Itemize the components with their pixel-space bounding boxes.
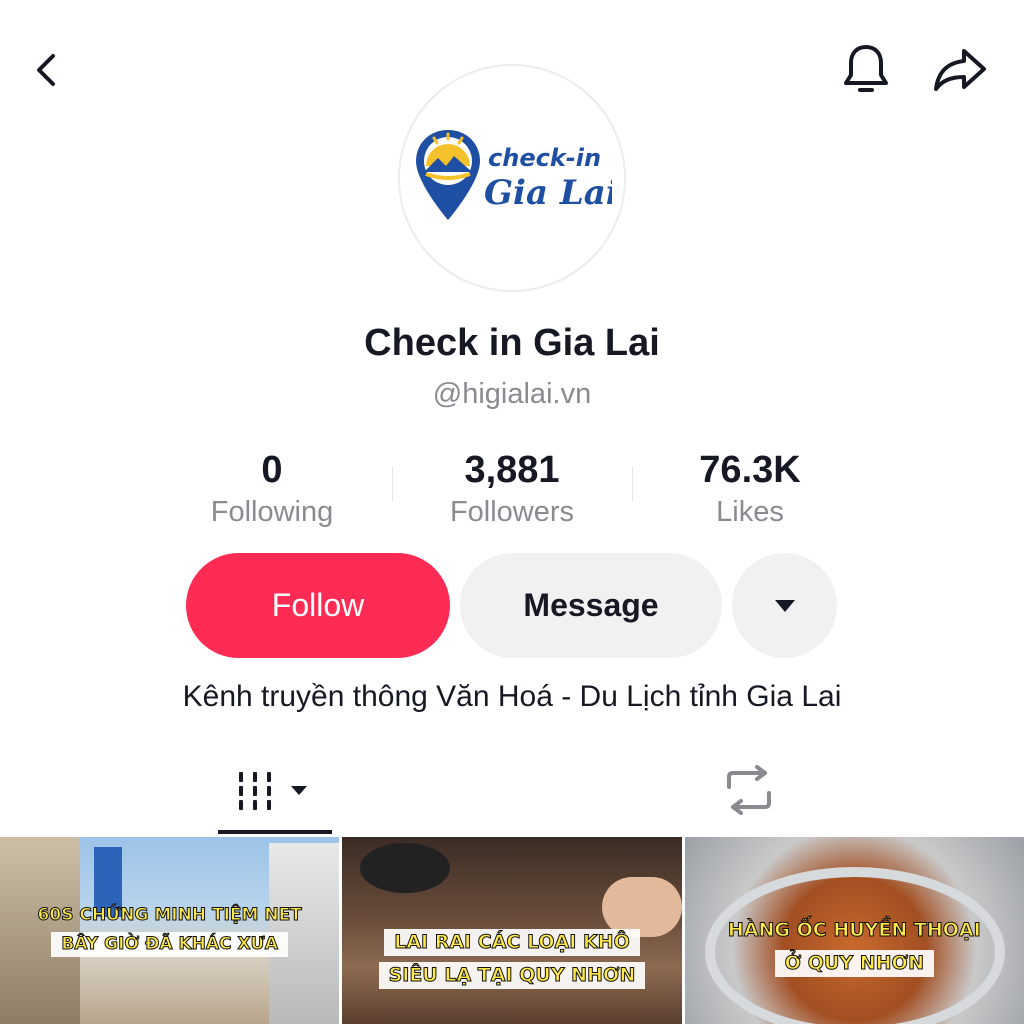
followers-label: Followers — [449, 496, 575, 528]
following-label: Following — [210, 496, 334, 528]
video-caption: lai rai các loại khô siêu lạ tại quy nhơ… — [342, 929, 681, 989]
share-button[interactable] — [932, 42, 988, 98]
profile-avatar[interactable]: check-in Gia Lai — [398, 64, 626, 292]
bell-icon — [844, 45, 888, 92]
video-caption-line2: bây giờ đã khác xưa — [51, 932, 288, 957]
likes-count: 76.3K — [699, 449, 801, 491]
notification-bell-button[interactable] — [838, 42, 894, 98]
video-caption-line1: lai rai các loại khô — [384, 929, 640, 956]
tab-reposts[interactable] — [692, 760, 806, 820]
thumb-pot — [360, 843, 451, 893]
profile-handle: @higialai.vn — [432, 378, 592, 410]
stat-likes[interactable]: 76.3K Likes — [630, 448, 870, 532]
profile-bio: Kênh truyền thông Văn Hoá - Du Lịch tỉnh… — [182, 680, 842, 713]
caret-down-icon — [774, 599, 795, 612]
follow-button[interactable]: Follow — [186, 553, 450, 658]
thumb-hand — [601, 877, 682, 937]
following-count: 0 — [261, 449, 283, 491]
video-thumbnail[interactable]: 60s chứng minh tiệm net bây giờ đã khác … — [0, 837, 340, 1024]
back-chevron-icon — [37, 54, 55, 86]
share-arrow-icon — [934, 49, 986, 91]
video-caption-line2: siêu lạ tại quy nhơn — [378, 962, 646, 989]
stat-following[interactable]: 0 Following — [152, 448, 392, 532]
active-tab-indicator — [218, 830, 332, 834]
message-button[interactable]: Message — [460, 553, 722, 658]
video-caption-line1: 60s chứng minh tiệm net — [37, 905, 302, 925]
profile-name: Check in Gia Lai — [364, 322, 660, 364]
video-caption-line2: ở quy nhơn — [774, 950, 935, 977]
video-thumbnail[interactable]: lai rai các loại khô siêu lạ tại quy nhơ… — [342, 837, 682, 1024]
more-options-button[interactable] — [732, 553, 837, 658]
video-caption: 60s chứng minh tiệm net bây giờ đã khác … — [0, 903, 339, 957]
likes-label: Likes — [716, 496, 784, 528]
stat-followers[interactable]: 3,881 Followers — [392, 448, 632, 532]
video-caption: hàng ốc huyền thoại ở quy nhơn — [685, 917, 1024, 977]
video-caption-line1: hàng ốc huyền thoại — [727, 919, 981, 941]
grid-columns-icon — [239, 772, 307, 810]
video-grid: 60s chứng minh tiệm net bây giờ đã khác … — [0, 837, 1024, 1024]
back-button[interactable] — [20, 42, 76, 98]
check-in-gia-lai-logo: check-in Gia Lai — [416, 130, 612, 220]
followers-count: 3,881 — [464, 449, 560, 491]
logo-text-line1: check-in — [488, 144, 601, 172]
repost-icon — [727, 765, 771, 815]
tab-videos[interactable] — [218, 760, 332, 820]
video-thumbnail[interactable]: hàng ốc huyền thoại ở quy nhơn — [684, 837, 1024, 1024]
logo-text-line2: Gia Lai — [484, 173, 612, 213]
